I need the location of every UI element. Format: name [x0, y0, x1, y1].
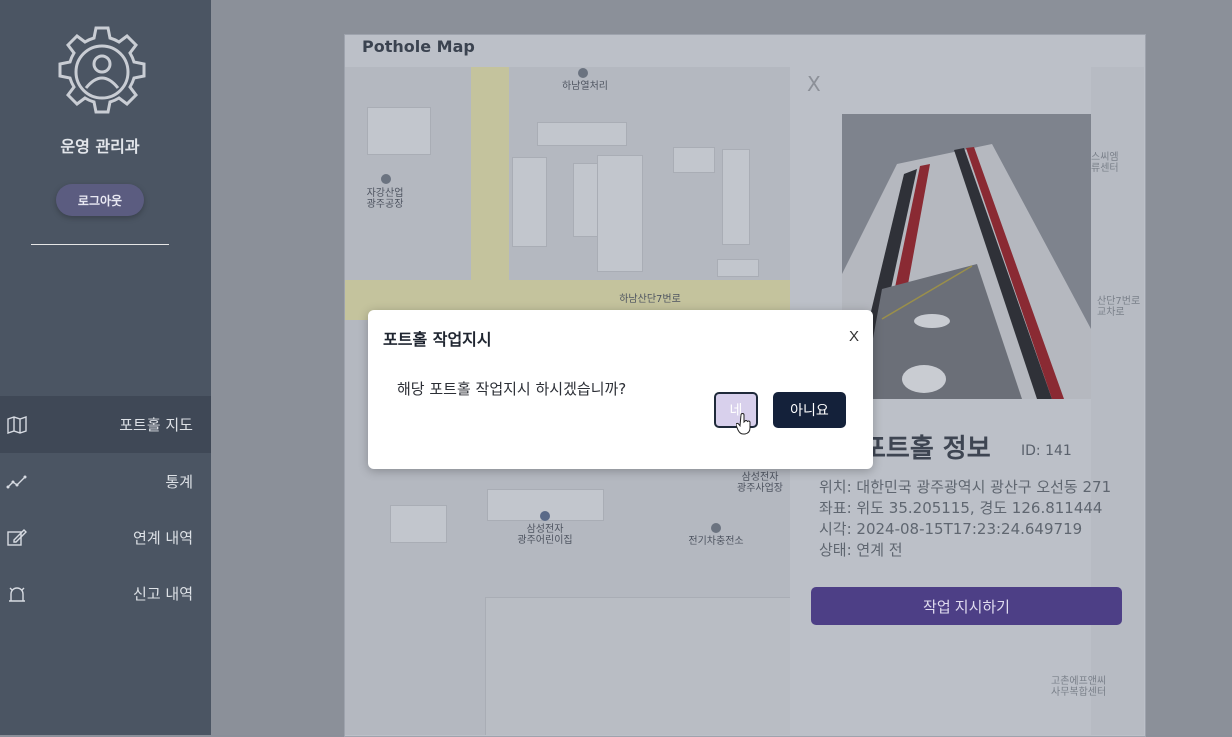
- sidebar-item-pothole-map[interactable]: 포트홀 지도: [0, 396, 211, 453]
- chart-line-icon: [6, 475, 27, 488]
- map-label: 스씨엠 류센터: [1091, 152, 1119, 174]
- map-poi-icon: [578, 68, 588, 78]
- map-block: [485, 597, 790, 735]
- map-block: [390, 505, 447, 543]
- map-icon: [7, 415, 27, 434]
- map-block: [512, 157, 547, 247]
- work-order-modal: 포트홀 작업지시 X 해당 포트홀 작업지시 하시겠습니까? 네 아니요: [368, 310, 873, 469]
- detail-location: 위치: 대한민국 광주광역시 광산구 오선동 271: [819, 478, 1112, 496]
- alarm-icon: [9, 586, 25, 602]
- sidebar-item-report-history[interactable]: 신고 내역: [0, 565, 211, 622]
- map-view-right-strip: 스씨엠 류센터 산단7번로 교차로 고촌에프앤씨 사무복합센터: [1051, 67, 1144, 735]
- page-title: Pothole Map: [362, 37, 475, 56]
- map-label: 하남열처리: [562, 81, 608, 92]
- sidebar-item-label: 연계 내역: [133, 529, 193, 547]
- map-poi-icon: [381, 174, 391, 184]
- sidebar-item-linked-history[interactable]: 연계 내역: [0, 509, 211, 566]
- map-block: [537, 122, 627, 146]
- map-label: 삼성전자 광주사업장: [737, 472, 783, 494]
- department-name: 운영 관리과: [60, 137, 140, 156]
- map-block: [673, 147, 715, 173]
- modal-message: 해당 포트홀 작업지시 하시겠습니까?: [397, 380, 627, 398]
- map-label: 자강산업 광주공장: [366, 188, 404, 210]
- sidebar-item-label: 신고 내역: [133, 585, 193, 603]
- map-label: 고촌에프앤씨 사무복합센터: [1051, 676, 1107, 698]
- map-block: [597, 155, 643, 272]
- detail-title: 포트홀 정보: [862, 434, 991, 464]
- detail-close-button[interactable]: X: [807, 72, 821, 96]
- map-label: 전기차충전소: [688, 536, 744, 547]
- map-label: 산단7번로 교차로: [1097, 296, 1141, 318]
- modal-title: 포트홀 작업지시: [383, 330, 492, 349]
- detail-coordinates: 좌표: 위도 35.205115, 경도 126.811444: [819, 499, 1103, 517]
- gear-logo-icon: [58, 26, 146, 114]
- map-block: [573, 163, 598, 237]
- sidebar-item-label: 통계: [165, 473, 193, 491]
- modal-close-button[interactable]: X: [849, 328, 859, 345]
- confirm-no-button[interactable]: 아니요: [773, 392, 846, 428]
- pothole-photo-image: [842, 114, 1091, 399]
- map-poi-icon: [540, 511, 550, 521]
- edit-icon: [7, 528, 27, 546]
- sidebar-divider: [31, 244, 169, 245]
- assign-work-button[interactable]: 작업 지시하기: [811, 587, 1122, 625]
- hand-cursor-icon: [736, 413, 751, 435]
- pothole-photo: [842, 114, 1091, 399]
- map-label: 삼성전자 광주어린이집: [517, 524, 573, 546]
- logout-button[interactable]: 로그아웃: [56, 184, 144, 216]
- detail-time: 시각: 2024-08-15T17:23:24.649719: [819, 520, 1083, 538]
- sidebar-item-label: 포트홀 지도: [119, 416, 193, 434]
- map-block: [717, 259, 759, 277]
- sidebar-item-statistics[interactable]: 통계: [0, 453, 211, 510]
- map-poi-icon: [711, 523, 721, 533]
- map-label: 하남산단7번로: [619, 294, 681, 305]
- sidebar: 운영 관리과 로그아웃 포트홀 지도 통계 연계 내역 신고 내역: [0, 0, 211, 735]
- map-block: [722, 149, 750, 245]
- detail-status: 상태: 연계 전: [819, 541, 903, 559]
- detail-id: ID: 141: [1021, 443, 1072, 459]
- map-block: [367, 107, 431, 155]
